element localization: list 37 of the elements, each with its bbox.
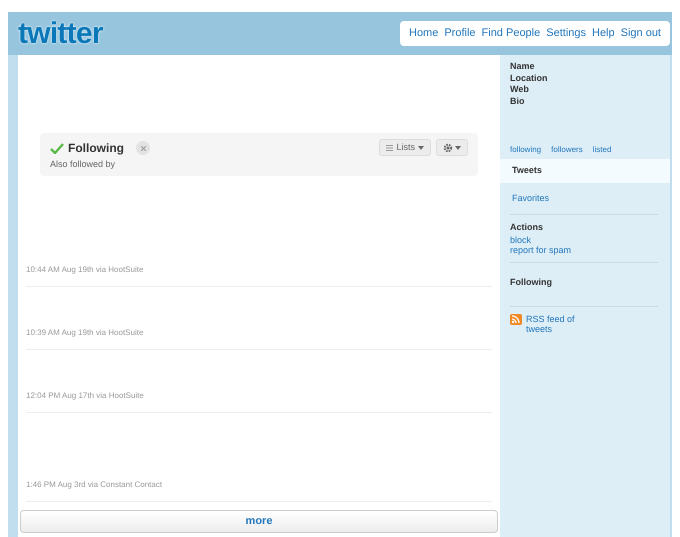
stat-link[interactable]: followers: [551, 145, 583, 155]
gear-icon: [443, 142, 453, 152]
sidebar-tab[interactable]: Tweets: [500, 159, 670, 182]
section-title: Following: [510, 276, 552, 286]
tweet-meta: 10:39 AM Aug 19th via HootSuite: [26, 326, 492, 350]
nav-link[interactable]: Help: [592, 25, 615, 42]
caret-icon: [418, 146, 424, 150]
lists-button[interactable]: Lists: [379, 139, 431, 156]
nav-link[interactable]: Find People: [482, 25, 540, 42]
close-icon: [140, 146, 146, 150]
rss-link[interactable]: RSS feed of tweets: [526, 314, 590, 334]
nav-link[interactable]: Profile: [444, 25, 476, 42]
settings-button[interactable]: [436, 139, 468, 156]
rss-icon: [510, 314, 522, 324]
close-button[interactable]: [136, 141, 150, 155]
nav-link[interactable]: Home: [409, 25, 438, 42]
list-icon: [386, 144, 394, 150]
caret-icon: [455, 146, 461, 150]
section-title: Actions: [510, 221, 544, 234]
more-button[interactable]: more: [20, 510, 498, 532]
tweet-meta: 12:04 PM Aug 17th via HootSuite: [26, 390, 492, 412]
followed-by-text: Also followed by: [50, 158, 116, 171]
action-link[interactable]: report for spam: [510, 244, 658, 254]
nav-link[interactable]: Settings: [546, 25, 586, 42]
profile-field-label: Location: [510, 72, 548, 84]
status-label: Following: [68, 140, 124, 157]
logo[interactable]: twitter: [18, 18, 103, 48]
profile-field-label: Web: [510, 84, 530, 96]
stat-link[interactable]: listed: [592, 145, 612, 155]
profile-field-label: Name: [510, 61, 536, 72]
action-link[interactable]: block: [510, 234, 658, 244]
sidebar-tab[interactable]: Favorites: [500, 186, 670, 210]
tweet-meta: 1:46 PM Aug 3rd via Constant Contact: [26, 478, 492, 502]
tweet-meta: 10:44 AM Aug 19th via HootSuite: [26, 264, 492, 286]
stat-link[interactable]: following: [510, 145, 542, 155]
profile-field-label: Bio: [510, 96, 526, 107]
nav-link[interactable]: Sign out: [620, 25, 661, 42]
